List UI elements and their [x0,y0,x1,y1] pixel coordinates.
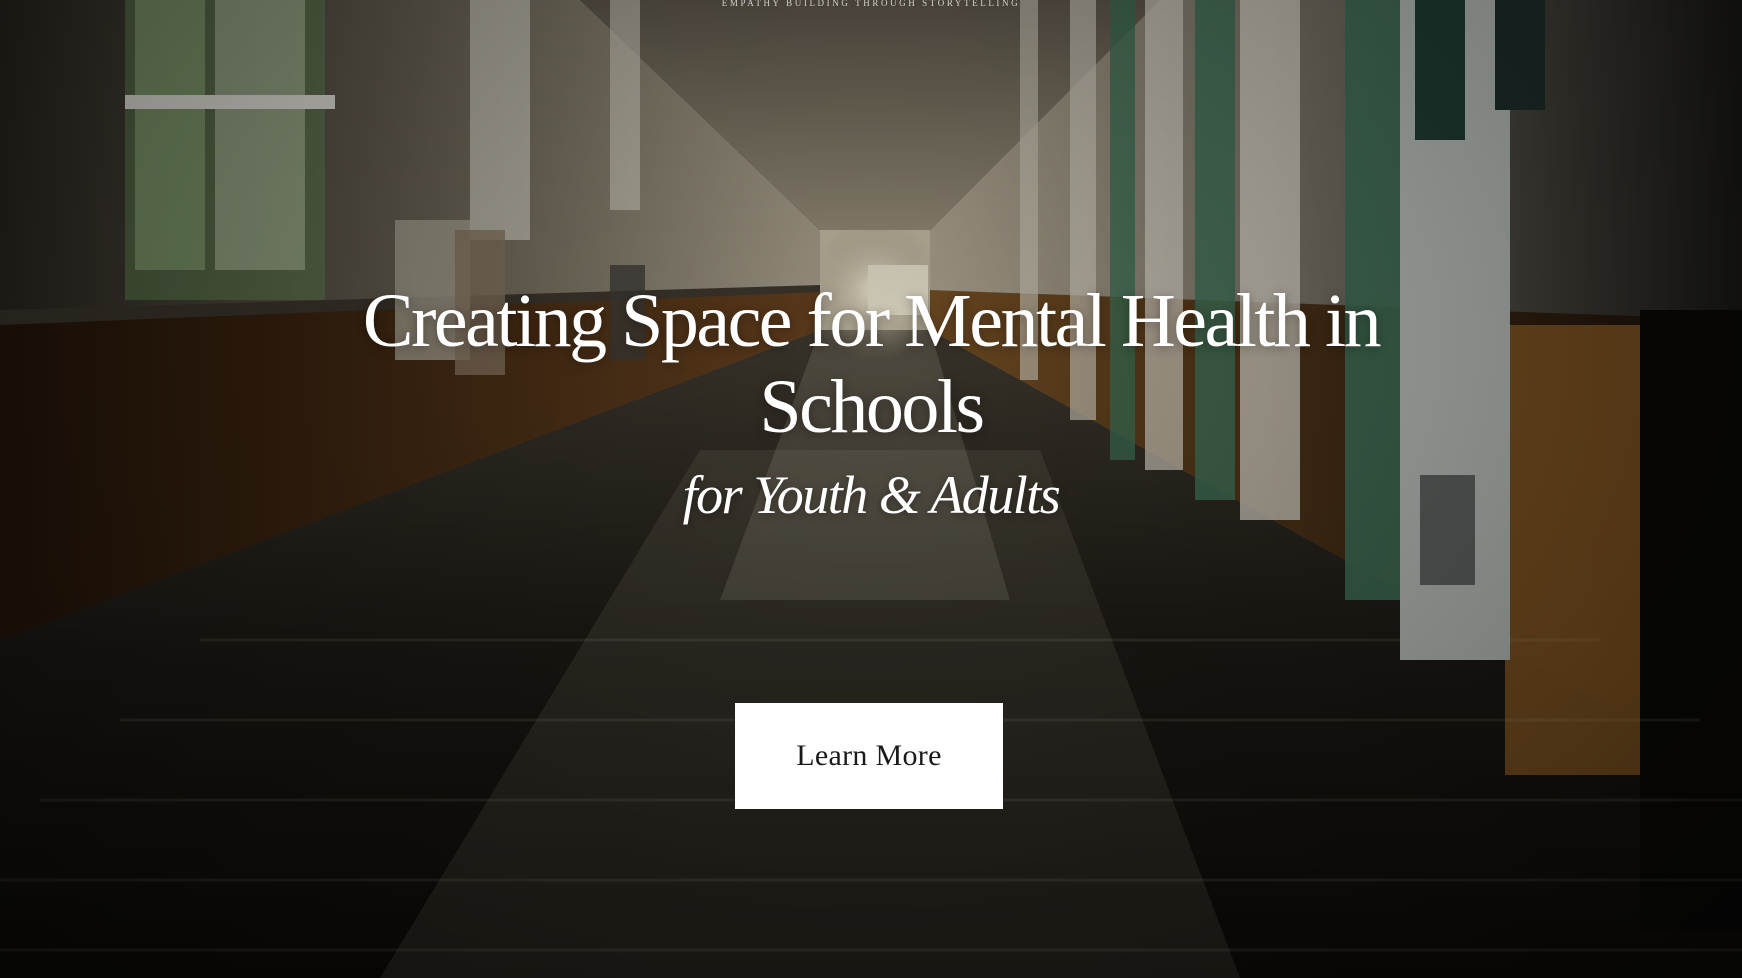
hero-section: EMPATHY BUILDING THROUGH STORYTELLING Cr… [0,0,1742,978]
site-tagline: EMPATHY BUILDING THROUGH STORYTELLING [721,0,1021,8]
hero-content: Creating Space for Mental Health in Scho… [0,278,1742,526]
learn-more-button[interactable]: Learn More [735,703,1003,809]
hero-title: Creating Space for Mental Health in Scho… [362,279,1382,449]
hero-subtitle: for Youth & Adults [682,465,1061,525]
